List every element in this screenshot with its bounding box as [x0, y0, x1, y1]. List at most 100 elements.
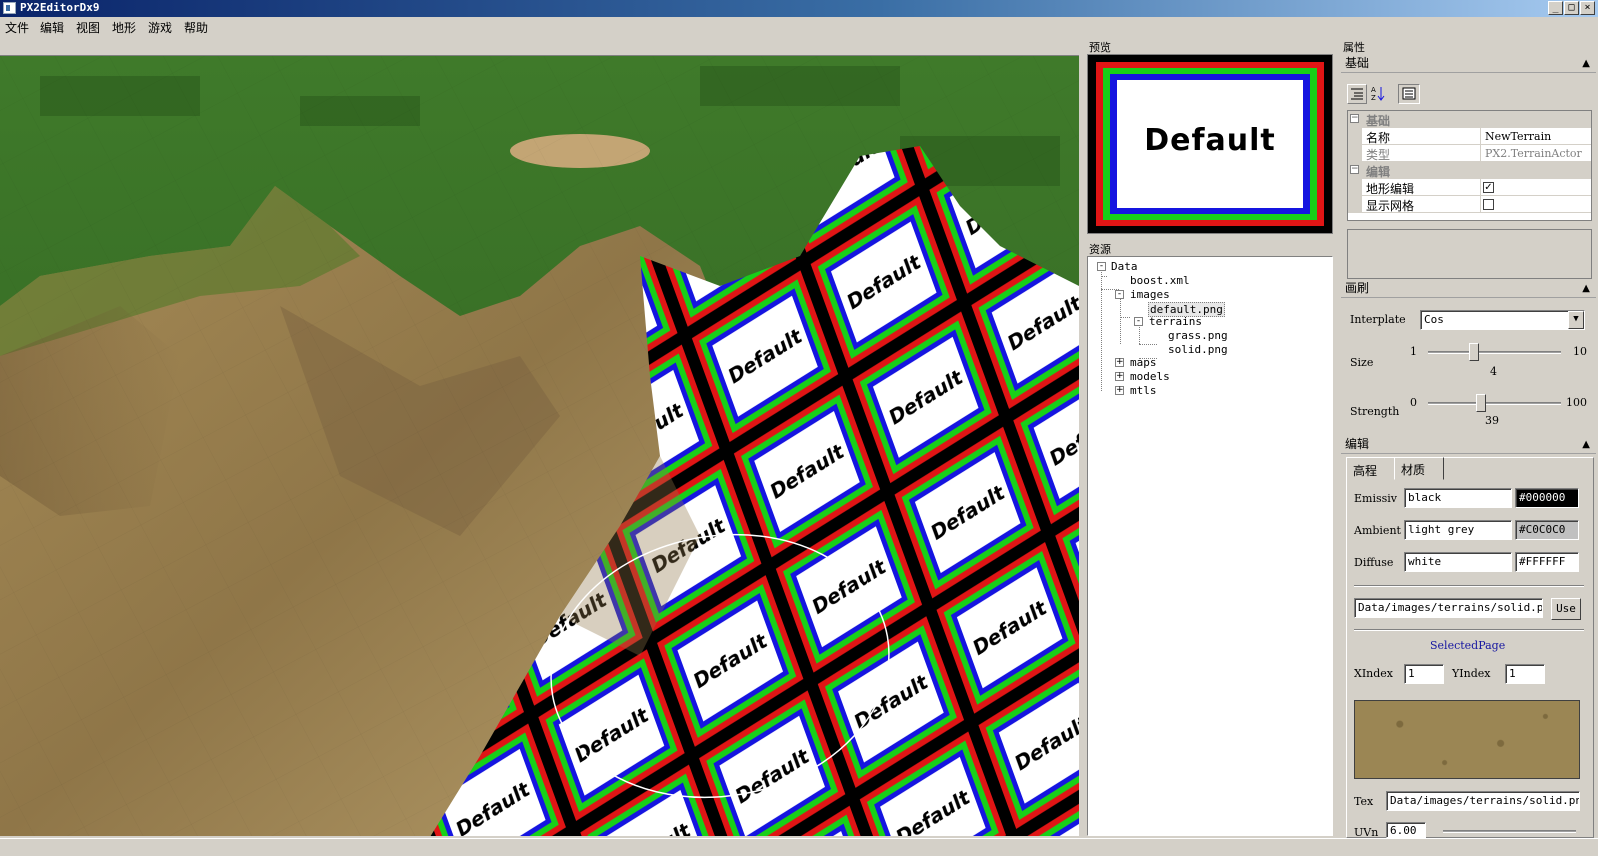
tree-toggle-data[interactable]: - — [1097, 262, 1106, 271]
close-button[interactable]: × — [1580, 1, 1595, 15]
category-edit[interactable]: − 编辑 — [1348, 162, 1591, 179]
app-icon — [3, 2, 16, 14]
tree-toggle-maps[interactable]: + — [1115, 358, 1124, 367]
uv-field[interactable]: 6.00 — [1386, 822, 1426, 838]
tex-label: Tex — [1354, 795, 1374, 808]
tree-toggle-mtls[interactable]: + — [1115, 386, 1124, 395]
interplate-value: Cos — [1424, 313, 1444, 326]
edit-section-label: 编辑 — [1345, 437, 1370, 451]
property-show-grid-label: 显示网格 — [1366, 199, 1415, 213]
yindex-field[interactable]: 1 — [1505, 664, 1545, 684]
size-min: 1 — [1410, 345, 1417, 358]
property-name-label: 名称 — [1366, 131, 1391, 145]
category-toggle[interactable]: − — [1350, 165, 1359, 174]
property-name-value[interactable]: NewTerrain — [1480, 128, 1591, 145]
categorized-view-icon[interactable] — [1347, 84, 1367, 104]
minimize-button[interactable]: _ — [1548, 1, 1563, 15]
category-toggle[interactable]: − — [1350, 114, 1359, 123]
title-bar: PX2EditorDx9 _ □ × — [0, 0, 1598, 17]
divider — [1354, 585, 1584, 587]
menu-terrain[interactable]: 地形 — [112, 19, 136, 36]
brush-section-header[interactable]: 画刷 ▲ — [1341, 280, 1596, 298]
brush-section-label: 画刷 — [1345, 281, 1370, 295]
tab-material[interactable]: 材质 — [1394, 457, 1444, 480]
show-grid-checkbox[interactable] — [1483, 199, 1494, 210]
diffuse-label: Diffuse — [1354, 556, 1394, 569]
menu-edit[interactable]: 编辑 — [40, 19, 64, 36]
scene-viewport[interactable]: Default — [0, 55, 1079, 836]
tree-item-mtls[interactable]: mtls — [1130, 384, 1157, 397]
tree-toggle-terrains[interactable]: - — [1134, 317, 1143, 326]
size-slider-thumb[interactable] — [1468, 343, 1479, 361]
property-description-box — [1347, 229, 1592, 279]
menu-file[interactable]: 文件 — [5, 19, 29, 36]
property-show-grid-row[interactable]: 显示网格 — [1348, 196, 1591, 213]
terrain-edit-checkbox[interactable]: ✓ — [1483, 182, 1494, 193]
tree-toggle-images[interactable]: - — [1115, 290, 1124, 299]
resource-tree[interactable]: - Data boost.xml - images default.png - … — [1087, 256, 1333, 836]
emissive-color-swatch[interactable]: #000000 — [1515, 488, 1579, 508]
preview-image-text: Default — [1144, 123, 1276, 158]
alphabetical-view-icon[interactable]: AZ — [1369, 84, 1389, 104]
status-bar — [0, 838, 1598, 856]
size-label: Size — [1350, 356, 1374, 369]
property-name-row[interactable]: 名称 NewTerrain — [1348, 128, 1591, 145]
divider — [1354, 629, 1584, 631]
ambient-color-swatch[interactable]: #C0C0C0 — [1515, 520, 1579, 540]
property-pages-icon[interactable] — [1398, 84, 1420, 104]
chevron-down-icon[interactable]: ▼ — [1568, 311, 1584, 329]
tex-field[interactable]: Data/images/terrains/solid.png — [1386, 791, 1580, 811]
tree-item-images[interactable]: images — [1130, 288, 1170, 301]
collapse-arrow-icon[interactable]: ▲ — [1582, 280, 1590, 297]
tree-item-solid-png[interactable]: solid.png — [1168, 343, 1228, 356]
preview-title: 预览 — [1089, 41, 1111, 54]
xindex-label: XIndex — [1354, 667, 1394, 680]
tree-item-grass-png[interactable]: grass.png — [1168, 329, 1228, 342]
tree-item-models[interactable]: models — [1130, 370, 1170, 383]
edit-section-header[interactable]: 编辑 ▲ — [1341, 436, 1596, 454]
use-button[interactable]: Use — [1551, 598, 1581, 620]
yindex-label: YIndex — [1452, 667, 1491, 680]
property-terrain-edit-row[interactable]: 地形编辑 ✓ — [1348, 179, 1591, 196]
menu-game[interactable]: 游戏 — [148, 19, 172, 36]
selected-page-label: SelectedPage — [1430, 639, 1506, 652]
tree-item-terrains[interactable]: terrains — [1149, 315, 1202, 328]
svg-text:A: A — [1371, 86, 1376, 94]
interplate-label: Interplate — [1350, 313, 1406, 326]
property-terrain-edit-label: 地形编辑 — [1366, 182, 1415, 196]
tab-height[interactable]: 高程 — [1348, 460, 1394, 479]
ambient-label: Ambient — [1354, 524, 1401, 537]
properties-title: 属性 — [1343, 41, 1365, 54]
texture-path-field[interactable]: Data/images/terrains/solid.png — [1354, 598, 1543, 618]
collapse-arrow-icon[interactable]: ▲ — [1582, 436, 1590, 453]
interplate-select[interactable]: Cos ▼ — [1420, 310, 1585, 330]
size-slider-track[interactable] — [1428, 351, 1561, 354]
property-type-row: 类型 PX2.TerrainActor — [1348, 145, 1591, 162]
basic-section-header[interactable]: 基础 ▲ — [1341, 55, 1596, 73]
tree-item-maps[interactable]: maps — [1130, 356, 1157, 369]
diffuse-color-swatch[interactable]: #FFFFFF — [1515, 552, 1579, 572]
window-title: PX2EditorDx9 — [20, 1, 100, 14]
tree-item-boost-xml[interactable]: boost.xml — [1130, 274, 1190, 287]
xindex-field[interactable]: 1 — [1404, 664, 1444, 684]
strength-slider-thumb[interactable] — [1475, 394, 1486, 412]
property-grid[interactable]: − 基础 名称 NewTerrain 类型 PX2.TerrainActor −… — [1347, 110, 1592, 221]
size-value: 4 — [1490, 365, 1497, 378]
tree-toggle-models[interactable]: + — [1115, 372, 1124, 381]
property-type-label: 类型 — [1366, 148, 1391, 162]
strength-slider-track[interactable] — [1428, 402, 1561, 405]
resources-title: 资源 — [1089, 243, 1111, 256]
ambient-field[interactable]: light grey — [1404, 520, 1512, 540]
svg-text:Z: Z — [1371, 94, 1376, 102]
category-basic[interactable]: − 基础 — [1348, 111, 1591, 128]
tree-item-data[interactable]: Data — [1111, 260, 1138, 273]
emissive-field[interactable]: black — [1404, 488, 1512, 508]
menu-view[interactable]: 视图 — [76, 19, 100, 36]
strength-value: 39 — [1485, 414, 1499, 427]
maximize-button[interactable]: □ — [1564, 1, 1579, 15]
uv-slider-track[interactable] — [1443, 830, 1576, 833]
menu-help[interactable]: 帮助 — [184, 19, 208, 36]
collapse-arrow-icon[interactable]: ▲ — [1582, 55, 1590, 72]
menu-bar: 文件 编辑 视图 地形 游戏 帮助 — [0, 17, 1598, 37]
diffuse-field[interactable]: white — [1404, 552, 1512, 572]
